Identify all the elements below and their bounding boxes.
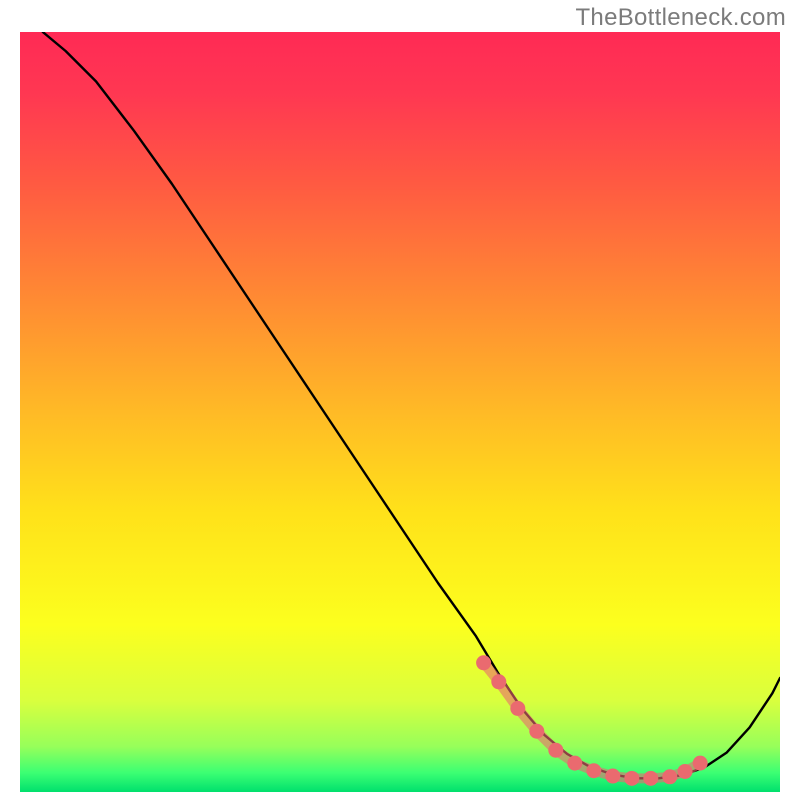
marker-dot <box>529 724 544 739</box>
chart-container: TheBottleneck.com <box>0 0 800 800</box>
marker-dot <box>643 771 658 786</box>
marker-dot <box>586 763 601 778</box>
watermark-text: TheBottleneck.com <box>575 4 786 32</box>
marker-dot <box>491 674 506 689</box>
marker-dot <box>476 655 491 670</box>
marker-dot <box>693 756 708 771</box>
plot-area <box>20 32 780 792</box>
marker-dot <box>624 771 639 786</box>
marker-dot <box>548 743 563 758</box>
chart-svg <box>20 32 780 792</box>
marker-dot <box>662 769 677 784</box>
marker-dot <box>605 769 620 784</box>
gradient-background <box>20 32 780 792</box>
marker-dot <box>510 701 525 716</box>
marker-dot <box>567 756 582 771</box>
marker-dot <box>678 764 693 779</box>
